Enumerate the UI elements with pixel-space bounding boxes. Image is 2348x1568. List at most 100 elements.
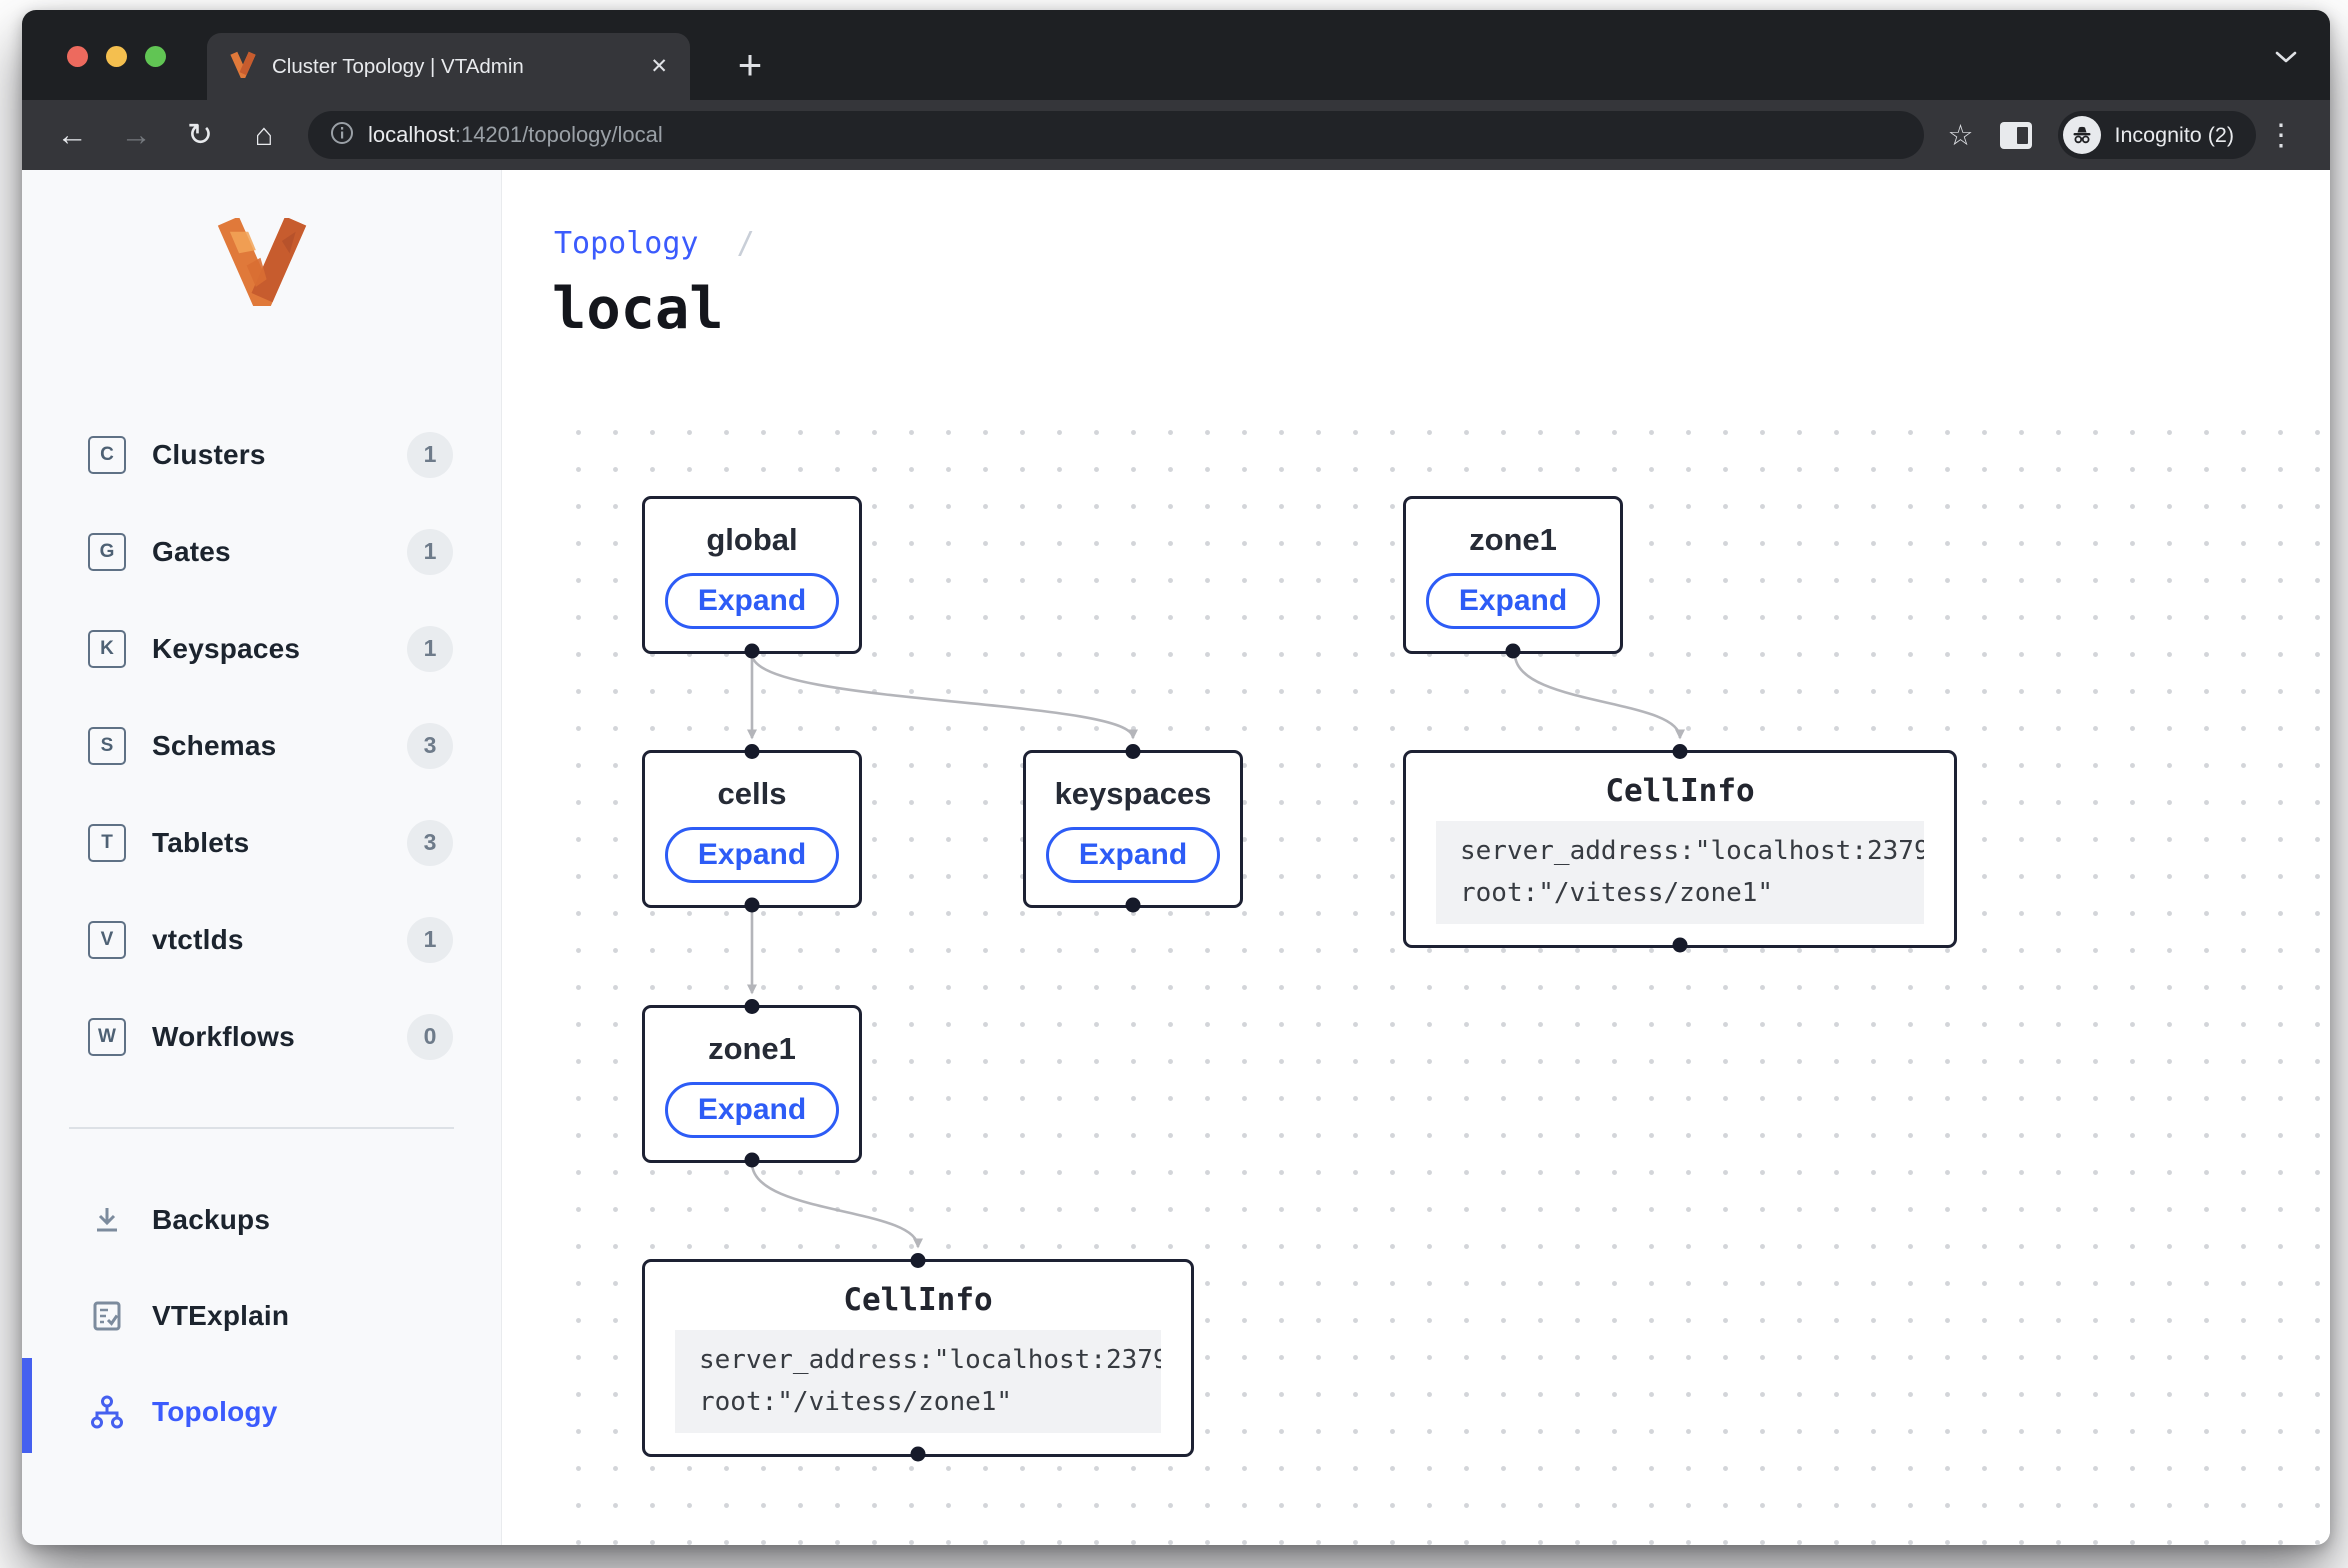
sidebar-item-label: vtctlds [152,924,244,956]
minimize-window-button[interactable] [106,46,127,67]
tab-search-chevron-icon[interactable] [2274,50,2298,69]
sidebar-item-workflows[interactable]: W Workflows 0 [22,988,501,1085]
count-badge: 3 [407,723,453,769]
node-label: cells [718,776,787,812]
connection-handle [911,1253,926,1268]
url-text: localhost:14201/topology/local [368,122,663,148]
clusters-letter-icon: C [88,436,126,474]
sidebar-item-label: Backups [152,1204,270,1236]
vitess-favicon-icon [229,50,257,83]
download-icon [88,1204,126,1236]
sidebar-item-schemas[interactable]: S Schemas 3 [22,697,501,794]
connection-handle [745,999,760,1014]
node-label: zone1 [1469,522,1557,558]
count-badge: 3 [407,820,453,866]
browser-window: Cluster Topology | VTAdmin ✕ + ← → ↻ ⌂ l… [22,10,2330,1545]
page-content: C Clusters 1 G Gates 1 K Keyspaces 1 [22,170,2330,1545]
topology-canvas[interactable]: global Expand zone1 Expand cells Expand [552,400,2330,1545]
count-badge: 1 [407,432,453,478]
sidebar-item-tablets[interactable]: T Tablets 3 [22,794,501,891]
sitemap-icon [88,1395,126,1429]
vtctlds-letter-icon: V [88,921,126,959]
node-cellinfo-right: CellInfo server_address:"localhost:2379"… [1403,750,1957,948]
sidebar: C Clusters 1 G Gates 1 K Keyspaces 1 [22,170,502,1545]
reload-icon[interactable]: ↻ [168,117,232,153]
connection-handle [1673,938,1688,953]
connection-handle [1673,744,1688,759]
connection-handle [745,898,760,913]
code-line: server_address:"localhost:2379" [1460,831,1900,873]
sidebar-item-gates[interactable]: G Gates 1 [22,503,501,600]
expand-button[interactable]: Expand [1426,573,1600,629]
connection-handle [745,1153,760,1168]
connection-handle [1506,644,1521,659]
sidebar-item-keyspaces[interactable]: K Keyspaces 1 [22,600,501,697]
keyspaces-letter-icon: K [88,630,126,668]
workflows-letter-icon: W [88,1018,126,1056]
vitess-logo [22,218,501,306]
cellinfo-code: server_address:"localhost:2379" root:"/v… [1436,821,1924,924]
node-keyspaces: keyspaces Expand [1023,750,1243,908]
expand-button[interactable]: Expand [665,827,839,883]
sidebar-item-label: Gates [152,536,231,568]
node-label: CellInfo [1605,773,1754,809]
breadcrumb-separator: / [737,226,755,261]
connection-handle [745,644,760,659]
count-badge: 0 [407,1014,453,1060]
sidebar-item-vtctlds[interactable]: V vtctlds 1 [22,891,501,988]
count-badge: 1 [407,626,453,672]
sidebar-item-label: VTExplain [152,1300,289,1332]
back-icon[interactable]: ← [40,117,104,153]
sidebar-item-clusters[interactable]: C Clusters 1 [22,406,501,503]
sidebar-secondary-nav: Backups VTExplain Topology [22,1172,501,1460]
active-item-indicator [22,1358,32,1453]
zoom-window-button[interactable] [145,46,166,67]
tab-cluster-topology[interactable]: Cluster Topology | VTAdmin ✕ [207,33,690,100]
connection-handle [911,1447,926,1462]
node-cells: cells Expand [642,750,862,908]
browser-toolbar: ← → ↻ ⌂ localhost:14201/topology/local ☆ [22,100,2330,170]
tab-strip: Cluster Topology | VTAdmin ✕ + [22,10,2330,100]
cellinfo-code: server_address:"localhost:2379" root:"/v… [675,1330,1161,1433]
sidebar-item-backups[interactable]: Backups [22,1172,501,1268]
url-bar[interactable]: localhost:14201/topology/local [308,111,1924,159]
sidebar-nav: C Clusters 1 G Gates 1 K Keyspaces 1 [22,406,501,1085]
breadcrumb-topology-link[interactable]: Topology [554,226,699,261]
sidebar-divider [69,1127,454,1129]
bookmark-star-icon[interactable]: ☆ [1934,118,1986,153]
sidebar-item-vtexplain[interactable]: VTExplain [22,1268,501,1364]
traffic-lights [67,46,166,67]
forward-icon[interactable]: → [104,117,168,153]
count-badge: 1 [407,529,453,575]
code-line: root:"/vitess/zone1" [1460,873,1900,915]
node-label: zone1 [708,1031,796,1067]
node-global: global Expand [642,496,862,654]
tab-close-icon[interactable]: ✕ [650,56,668,77]
node-label: global [706,522,797,558]
tab-title: Cluster Topology | VTAdmin [272,55,524,79]
browser-menu-icon[interactable]: ⋮ [2256,118,2306,153]
sidebar-item-label: Keyspaces [152,633,300,665]
expand-button[interactable]: Expand [1046,827,1220,883]
sidebar-item-label: Workflows [152,1021,295,1053]
side-panel-icon[interactable] [2000,122,2032,149]
node-label: keyspaces [1055,776,1212,812]
incognito-label: Incognito (2) [2114,123,2234,148]
connection-handle [1126,744,1141,759]
sidebar-item-topology[interactable]: Topology [22,1364,501,1460]
main-panel: Topology / local [502,170,2330,1545]
incognito-badge[interactable]: Incognito (2) [2058,111,2256,159]
sidebar-item-label: Clusters [152,439,266,471]
home-icon[interactable]: ⌂ [232,117,296,153]
sidebar-item-label: Tablets [152,827,249,859]
close-window-button[interactable] [67,46,88,67]
expand-button[interactable]: Expand [665,1082,839,1138]
new-tab-button[interactable]: + [722,37,778,93]
code-line: root:"/vitess/zone1" [699,1382,1137,1424]
site-info-icon[interactable] [330,121,354,150]
url-host: localhost [368,122,455,147]
sidebar-item-label: Schemas [152,730,276,762]
breadcrumb: Topology / [554,226,755,261]
node-zone1-lower: zone1 Expand [642,1005,862,1163]
expand-button[interactable]: Expand [665,573,839,629]
